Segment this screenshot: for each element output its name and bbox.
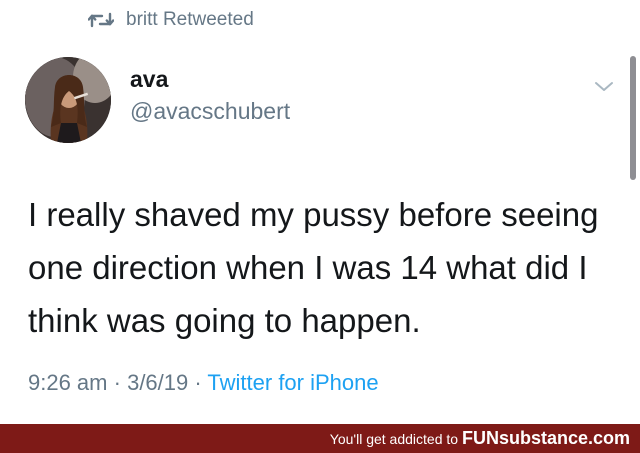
retweet-label: britt Retweeted: [126, 9, 254, 30]
retweet-icon: [88, 12, 114, 28]
tweet-source[interactable]: Twitter for iPhone: [207, 370, 378, 395]
watermark-brand: FUNsubstance.com: [461, 428, 630, 448]
chevron-down-icon[interactable]: [592, 78, 616, 96]
watermark-banner: You'll get addicted to FUNsubstance.com: [0, 424, 640, 453]
meta-separator: ·: [113, 370, 121, 395]
watermark-prefix: You'll get addicted to: [329, 431, 459, 447]
retweet-indicator[interactable]: britt Retweeted: [88, 8, 254, 32]
meta-separator: ·: [194, 370, 202, 395]
scrollbar[interactable]: [630, 56, 636, 180]
author-name[interactable]: ava: [130, 66, 168, 93]
tweet-text: I really shaved my pussy before seeing o…: [28, 196, 599, 339]
avatar-image: [25, 57, 111, 143]
avatar[interactable]: [25, 57, 111, 143]
tweet-date[interactable]: 3/6/19: [127, 370, 188, 395]
tweet-screenshot: britt Retweeted ava @avacschubert I real…: [0, 0, 640, 453]
author-handle[interactable]: @avacschubert: [130, 98, 290, 125]
tweet-meta: 9:26 am · 3/6/19 · Twitter for iPhone: [28, 370, 379, 396]
watermark-text[interactable]: You'll get addicted to FUNsubstance.com: [330, 428, 630, 449]
tweet-time[interactable]: 9:26 am: [28, 370, 108, 395]
